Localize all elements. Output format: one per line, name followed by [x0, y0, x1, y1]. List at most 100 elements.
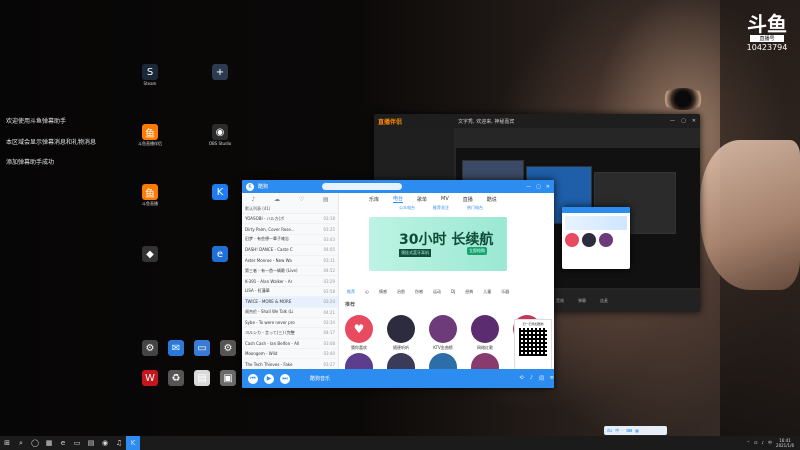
maximize-icon[interactable]: ▢: [681, 118, 686, 124]
desktop-shortcut[interactable]: 鱼斗鱼直播: [120, 184, 180, 207]
song-row[interactable]: ヨルシカ - 言って(三) (完整 04:17: [242, 328, 338, 339]
song-row[interactable]: K-391 - Alan Walker - Ar 03:29: [242, 276, 338, 287]
desktop-shortcut[interactable]: ◉ OBS Studio: [190, 124, 250, 146]
task-view-icon[interactable]: ▦: [42, 436, 56, 450]
ime-button[interactable]: du: [607, 428, 612, 433]
song-row[interactable]: LISA - 紅蓮華 03:58: [242, 287, 338, 298]
music-icon[interactable]: ♫: [112, 436, 126, 450]
studio-titlebar[interactable]: 直播伴侣 文字秀, 欢迎来, 神秘嘉宾 — ▢ ✕: [374, 114, 700, 128]
ad-banner[interactable]: 30小时 长续航 颈挂式蓝牙耳机 立即抢购: [369, 217, 507, 271]
store-icon[interactable]: ▤: [84, 436, 98, 450]
category-item[interactable]: 伤感: [415, 289, 423, 299]
lyrics-icon[interactable]: 词: [539, 375, 544, 382]
tab-酷说[interactable]: 酷说: [487, 196, 497, 203]
ime-button[interactable]: ·: [622, 428, 623, 433]
explorer-icon[interactable]: ▭: [70, 436, 84, 450]
next-icon[interactable]: ⏭: [280, 373, 290, 384]
category-item[interactable]: 乐器: [501, 289, 509, 299]
volume-icon[interactable]: ♪: [761, 440, 764, 446]
category-item[interactable]: 儿童: [483, 289, 491, 299]
close-icon[interactable]: ✕: [692, 118, 696, 124]
ime-button[interactable]: ▦: [635, 428, 639, 433]
radio-avatar[interactable]: ♥: [345, 315, 373, 343]
subtab[interactable]: 热门电台: [467, 205, 483, 213]
song-row[interactable]: TWICE - MORE & MORE 03:20: [242, 297, 338, 308]
cloud-icon[interactable]: ☁: [274, 196, 280, 203]
studio-tool[interactable]: 音效: [556, 298, 564, 304]
song-row[interactable]: 旧梦 - 有些想一辈子难忘 03:43: [242, 235, 338, 246]
tray-expand-icon[interactable]: ⌃: [747, 440, 750, 446]
desktop-shortcut[interactable]: K: [190, 184, 250, 201]
song-row[interactable]: Sybe - To were never pro 03:34: [242, 318, 338, 329]
edge-icon[interactable]: e: [56, 436, 70, 450]
song-row[interactable]: 周杰伦 - Shall We Talk (Li 04:21: [242, 308, 338, 318]
repeat-icon[interactable]: ⟲: [519, 375, 523, 382]
maximize-icon[interactable]: ▢: [536, 184, 541, 190]
play-icon[interactable]: ▶: [264, 373, 274, 384]
kugou-icon[interactable]: K: [126, 436, 140, 450]
desktop-shortcut[interactable]: ◆: [120, 246, 180, 263]
tab-直播[interactable]: 直播: [463, 196, 473, 203]
song-row[interactable]: Aster Monroe - New Wa 03:11: [242, 256, 338, 266]
search-input[interactable]: [322, 183, 403, 190]
studio-tool[interactable]: 弹幕: [578, 298, 586, 304]
desktop-shortcut[interactable]: e: [190, 246, 250, 263]
radio-avatar[interactable]: [471, 353, 499, 369]
qr-popup[interactable]: 扫一扫添加酷狗: [514, 319, 552, 373]
clock[interactable]: 16:41 2021/1/6: [776, 438, 794, 448]
player-titlebar[interactable]: K 酷狗 — ▢ ✕: [242, 180, 554, 193]
tab-电台[interactable]: 电台: [393, 195, 404, 203]
ime-floatbar[interactable]: du 中 · ⌨ ▦: [604, 426, 667, 435]
minimize-icon[interactable]: —: [526, 184, 531, 190]
radio-avatar[interactable]: [387, 353, 415, 369]
song-row[interactable]: Cash Cash - Ian Belfon - All 03:08: [242, 339, 338, 350]
radio-avatar[interactable]: [387, 315, 415, 343]
subtab[interactable]: 推荐关注: [433, 205, 449, 213]
desktop-shortcut[interactable]: S Steam: [120, 64, 180, 86]
browser-window[interactable]: [562, 207, 630, 269]
studio-tool[interactable]: 连麦: [600, 298, 608, 304]
heart-icon[interactable]: ♡: [299, 196, 304, 203]
song-row[interactable]: Dirty Palm, Cover Rose... 03:25: [242, 224, 338, 235]
ime-icon[interactable]: 中: [768, 440, 772, 446]
playlist-icon[interactable]: ≡: [550, 375, 554, 382]
tab-乐库[interactable]: 乐库: [369, 196, 379, 203]
search-icon[interactable]: ⌕: [14, 436, 28, 450]
song-row[interactable]: 第三者 - 有一首一辆歌 (Live) 04:52: [242, 266, 338, 277]
minimize-icon[interactable]: —: [670, 118, 675, 124]
desktop-shortcut[interactable]: 鱼斗鱼直播伴侣: [120, 124, 180, 147]
ime-button[interactable]: 中: [615, 428, 619, 434]
start-icon[interactable]: ⊞: [0, 436, 14, 450]
cortana-icon[interactable]: ◯: [28, 436, 42, 450]
desktop-shortcut[interactable]: +: [190, 64, 250, 81]
radio-avatar[interactable]: [429, 353, 457, 369]
obs-icon[interactable]: ◉: [98, 436, 112, 450]
radio-avatar[interactable]: [345, 353, 373, 369]
radio-avatar[interactable]: [429, 315, 457, 343]
music-note-icon[interactable]: ♪: [251, 196, 255, 203]
playlist-header[interactable]: 默认列表 (41): [242, 205, 338, 214]
network-icon[interactable]: ⊡: [754, 440, 757, 446]
radio-avatar[interactable]: [471, 315, 499, 343]
song-row[interactable]: Moongem - Wild 03:40: [242, 349, 338, 360]
category-item[interactable]: DJ: [451, 289, 455, 299]
close-icon[interactable]: ✕: [546, 184, 550, 190]
song-row[interactable]: YOASOBI - ハルカ(ボ 03:18: [242, 214, 338, 225]
browser-titlebar[interactable]: [562, 207, 630, 213]
previous-icon[interactable]: ⏮: [248, 373, 258, 384]
volume-icon[interactable]: ♪: [530, 375, 533, 382]
ime-button[interactable]: ⌨: [626, 428, 632, 433]
category-item[interactable]: 治愈: [397, 289, 405, 299]
banner-cta[interactable]: 立即抢购: [467, 247, 487, 255]
subtab[interactable]: 公众电台: [399, 205, 415, 213]
category-item[interactable]: 心: [365, 289, 369, 299]
list-icon[interactable]: ▤: [323, 196, 329, 203]
category-item[interactable]: 经典: [465, 289, 473, 299]
song-row[interactable]: DASH! DANCE - Caste C 04:05: [242, 245, 338, 256]
category-item[interactable]: 推荐: [347, 289, 355, 299]
tab-MV[interactable]: MV: [441, 196, 449, 202]
category-item[interactable]: 情感: [379, 289, 387, 299]
music-player-window[interactable]: K 酷狗 — ▢ ✕ ♪ ☁ ♡ ▤ 默认列表 (41) YOASOBI - ハ…: [242, 180, 554, 388]
category-item[interactable]: 运动: [433, 289, 441, 299]
tab-歌单[interactable]: 歌单: [417, 196, 427, 203]
